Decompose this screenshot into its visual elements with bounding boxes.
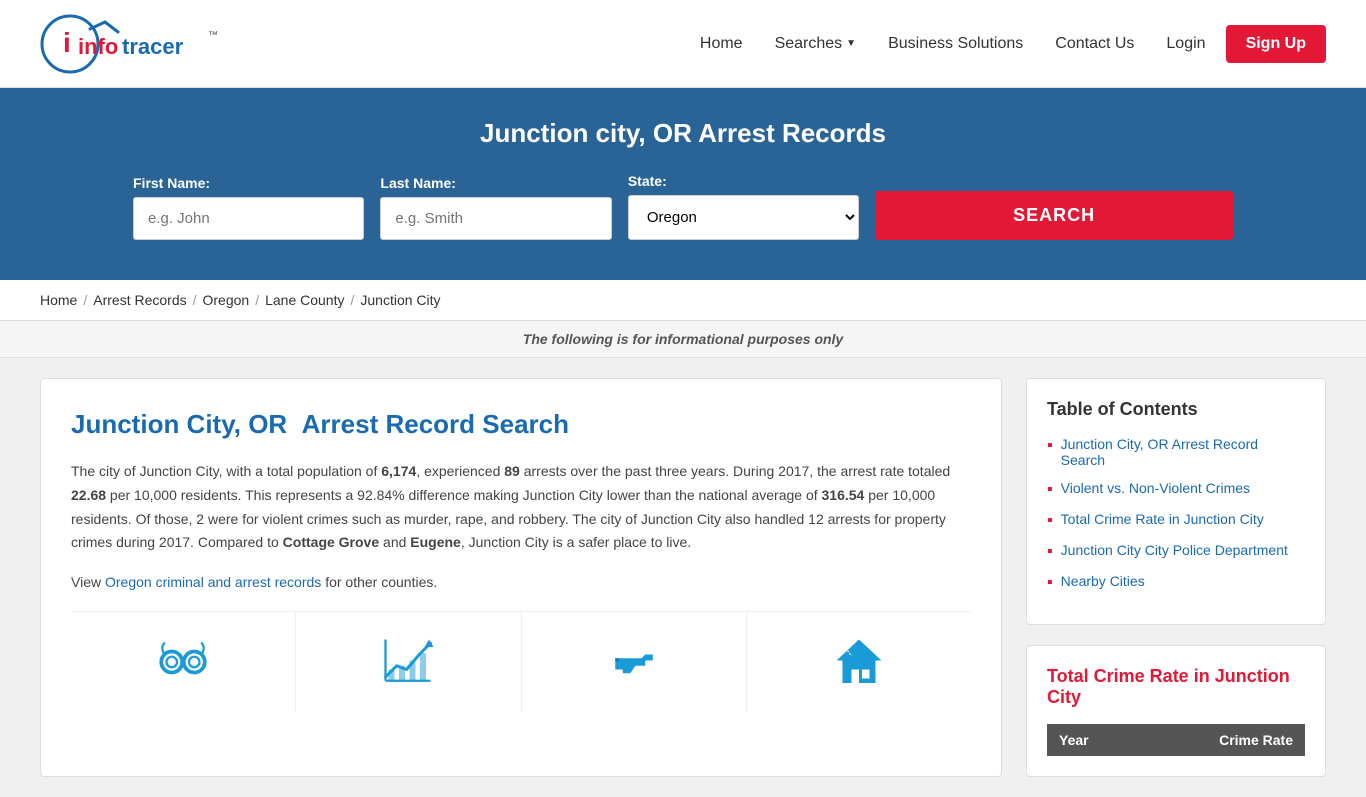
first-name-label: First Name:	[133, 175, 364, 191]
breadcrumb-sep-1: /	[83, 292, 87, 308]
nav-signup[interactable]: Sign Up	[1226, 25, 1326, 63]
search-button[interactable]: SEARCH	[875, 191, 1233, 240]
toc-item-4: Junction City City Police Department	[1047, 542, 1305, 561]
house-icon-cell	[747, 612, 971, 712]
svg-text:i: i	[63, 27, 71, 58]
logo-svg: i info tracer ™	[40, 14, 240, 74]
hero-title: Junction city, OR Arrest Records	[40, 118, 1326, 149]
toc-item-5: Nearby Cities	[1047, 573, 1305, 592]
breadcrumb-junction-city[interactable]: Junction City	[360, 292, 440, 308]
crime-rate-table-header-row: Year Crime Rate	[1047, 724, 1305, 756]
content-area: Junction City, OR Arrest Record Search T…	[40, 378, 1002, 777]
info-banner-text: The following is for informational purpo…	[523, 331, 843, 347]
nav-contact-us[interactable]: Contact Us	[1043, 27, 1146, 61]
hero-section: Junction city, OR Arrest Records First N…	[0, 88, 1366, 280]
trend-icon	[378, 632, 438, 692]
state-group: State: Oregon	[628, 173, 859, 240]
first-name-input[interactable]	[133, 197, 364, 240]
svg-text:info: info	[78, 34, 118, 59]
crime-rate-col-rate: Crime Rate	[1138, 724, 1305, 756]
svg-text:™: ™	[208, 30, 218, 41]
toc-item-3: Total Crime Rate in Junction City	[1047, 511, 1305, 530]
content-heading: Junction City, OR Arrest Record Search	[71, 409, 971, 440]
header: i info tracer ™ Home Searches Business S…	[0, 0, 1366, 88]
last-name-group: Last Name:	[380, 175, 611, 240]
sidebar: Table of Contents Junction City, OR Arre…	[1026, 378, 1326, 777]
logo-area: i info tracer ™	[40, 14, 240, 74]
heading-blue: Junction City, OR	[71, 409, 287, 439]
house-icon	[829, 632, 889, 692]
crime-rate-col-year: Year	[1047, 724, 1138, 756]
breadcrumb-arrest-records[interactable]: Arrest Records	[93, 292, 186, 308]
state-select[interactable]: Oregon	[628, 195, 859, 240]
breadcrumb-oregon[interactable]: Oregon	[203, 292, 250, 308]
search-form: First Name: Last Name: State: Oregon SEA…	[133, 173, 1233, 240]
toc-link-5[interactable]: Nearby Cities	[1061, 573, 1145, 589]
main-layout: Junction City, OR Arrest Record Search T…	[0, 358, 1366, 797]
nav-login[interactable]: Login	[1154, 27, 1217, 61]
nav-business-solutions[interactable]: Business Solutions	[876, 27, 1035, 61]
crime-rate-table: Year Crime Rate	[1047, 724, 1305, 756]
breadcrumb-home[interactable]: Home	[40, 292, 77, 308]
oregon-records-link[interactable]: Oregon criminal and arrest records	[105, 574, 321, 590]
nav-searches[interactable]: Searches	[763, 27, 869, 61]
icons-row	[71, 611, 971, 712]
breadcrumb-lane-county[interactable]: Lane County	[265, 292, 344, 308]
heading-black: Arrest Record Search	[302, 409, 569, 439]
svg-text:tracer: tracer	[122, 34, 184, 59]
handcuffs-icon	[153, 632, 213, 692]
gun-icon	[604, 632, 664, 692]
breadcrumb-sep-3: /	[255, 292, 259, 308]
main-nav: Home Searches Business Solutions Contact…	[688, 25, 1326, 63]
breadcrumb-sep-2: /	[193, 292, 197, 308]
last-name-label: Last Name:	[380, 175, 611, 191]
breadcrumb-sep-4: /	[351, 292, 355, 308]
toc-box: Table of Contents Junction City, OR Arre…	[1026, 378, 1326, 625]
info-banner: The following is for informational purpo…	[0, 321, 1366, 358]
link-suffix: for other counties.	[325, 574, 437, 590]
toc-link-4[interactable]: Junction City City Police Department	[1061, 542, 1288, 558]
gun-icon-cell	[522, 612, 747, 712]
toc-link-2[interactable]: Violent vs. Non-Violent Crimes	[1061, 480, 1250, 496]
first-name-group: First Name:	[133, 175, 364, 240]
toc-item-2: Violent vs. Non-Violent Crimes	[1047, 480, 1305, 499]
toc-item-1: Junction City, OR Arrest Record Search	[1047, 436, 1305, 468]
handcuffs-icon-cell	[71, 612, 296, 712]
toc-link-3[interactable]: Total Crime Rate in Junction City	[1061, 511, 1264, 527]
toc-list: Junction City, OR Arrest Record Search V…	[1047, 436, 1305, 592]
toc-title: Table of Contents	[1047, 399, 1305, 420]
toc-link-1[interactable]: Junction City, OR Arrest Record Search	[1061, 436, 1305, 468]
trend-icon-cell	[296, 612, 521, 712]
content-paragraph: The city of Junction City, with a total …	[71, 460, 971, 555]
content-link-paragraph: View Oregon criminal and arrest records …	[71, 571, 971, 595]
nav-home[interactable]: Home	[688, 27, 755, 61]
state-label: State:	[628, 173, 859, 189]
crime-rate-box: Total Crime Rate in Junction City Year C…	[1026, 645, 1326, 777]
logo-wrapper: i info tracer ™	[40, 14, 240, 74]
crime-rate-title: Total Crime Rate in Junction City	[1047, 666, 1305, 708]
breadcrumb: Home / Arrest Records / Oregon / Lane Co…	[0, 280, 1366, 321]
last-name-input[interactable]	[380, 197, 611, 240]
